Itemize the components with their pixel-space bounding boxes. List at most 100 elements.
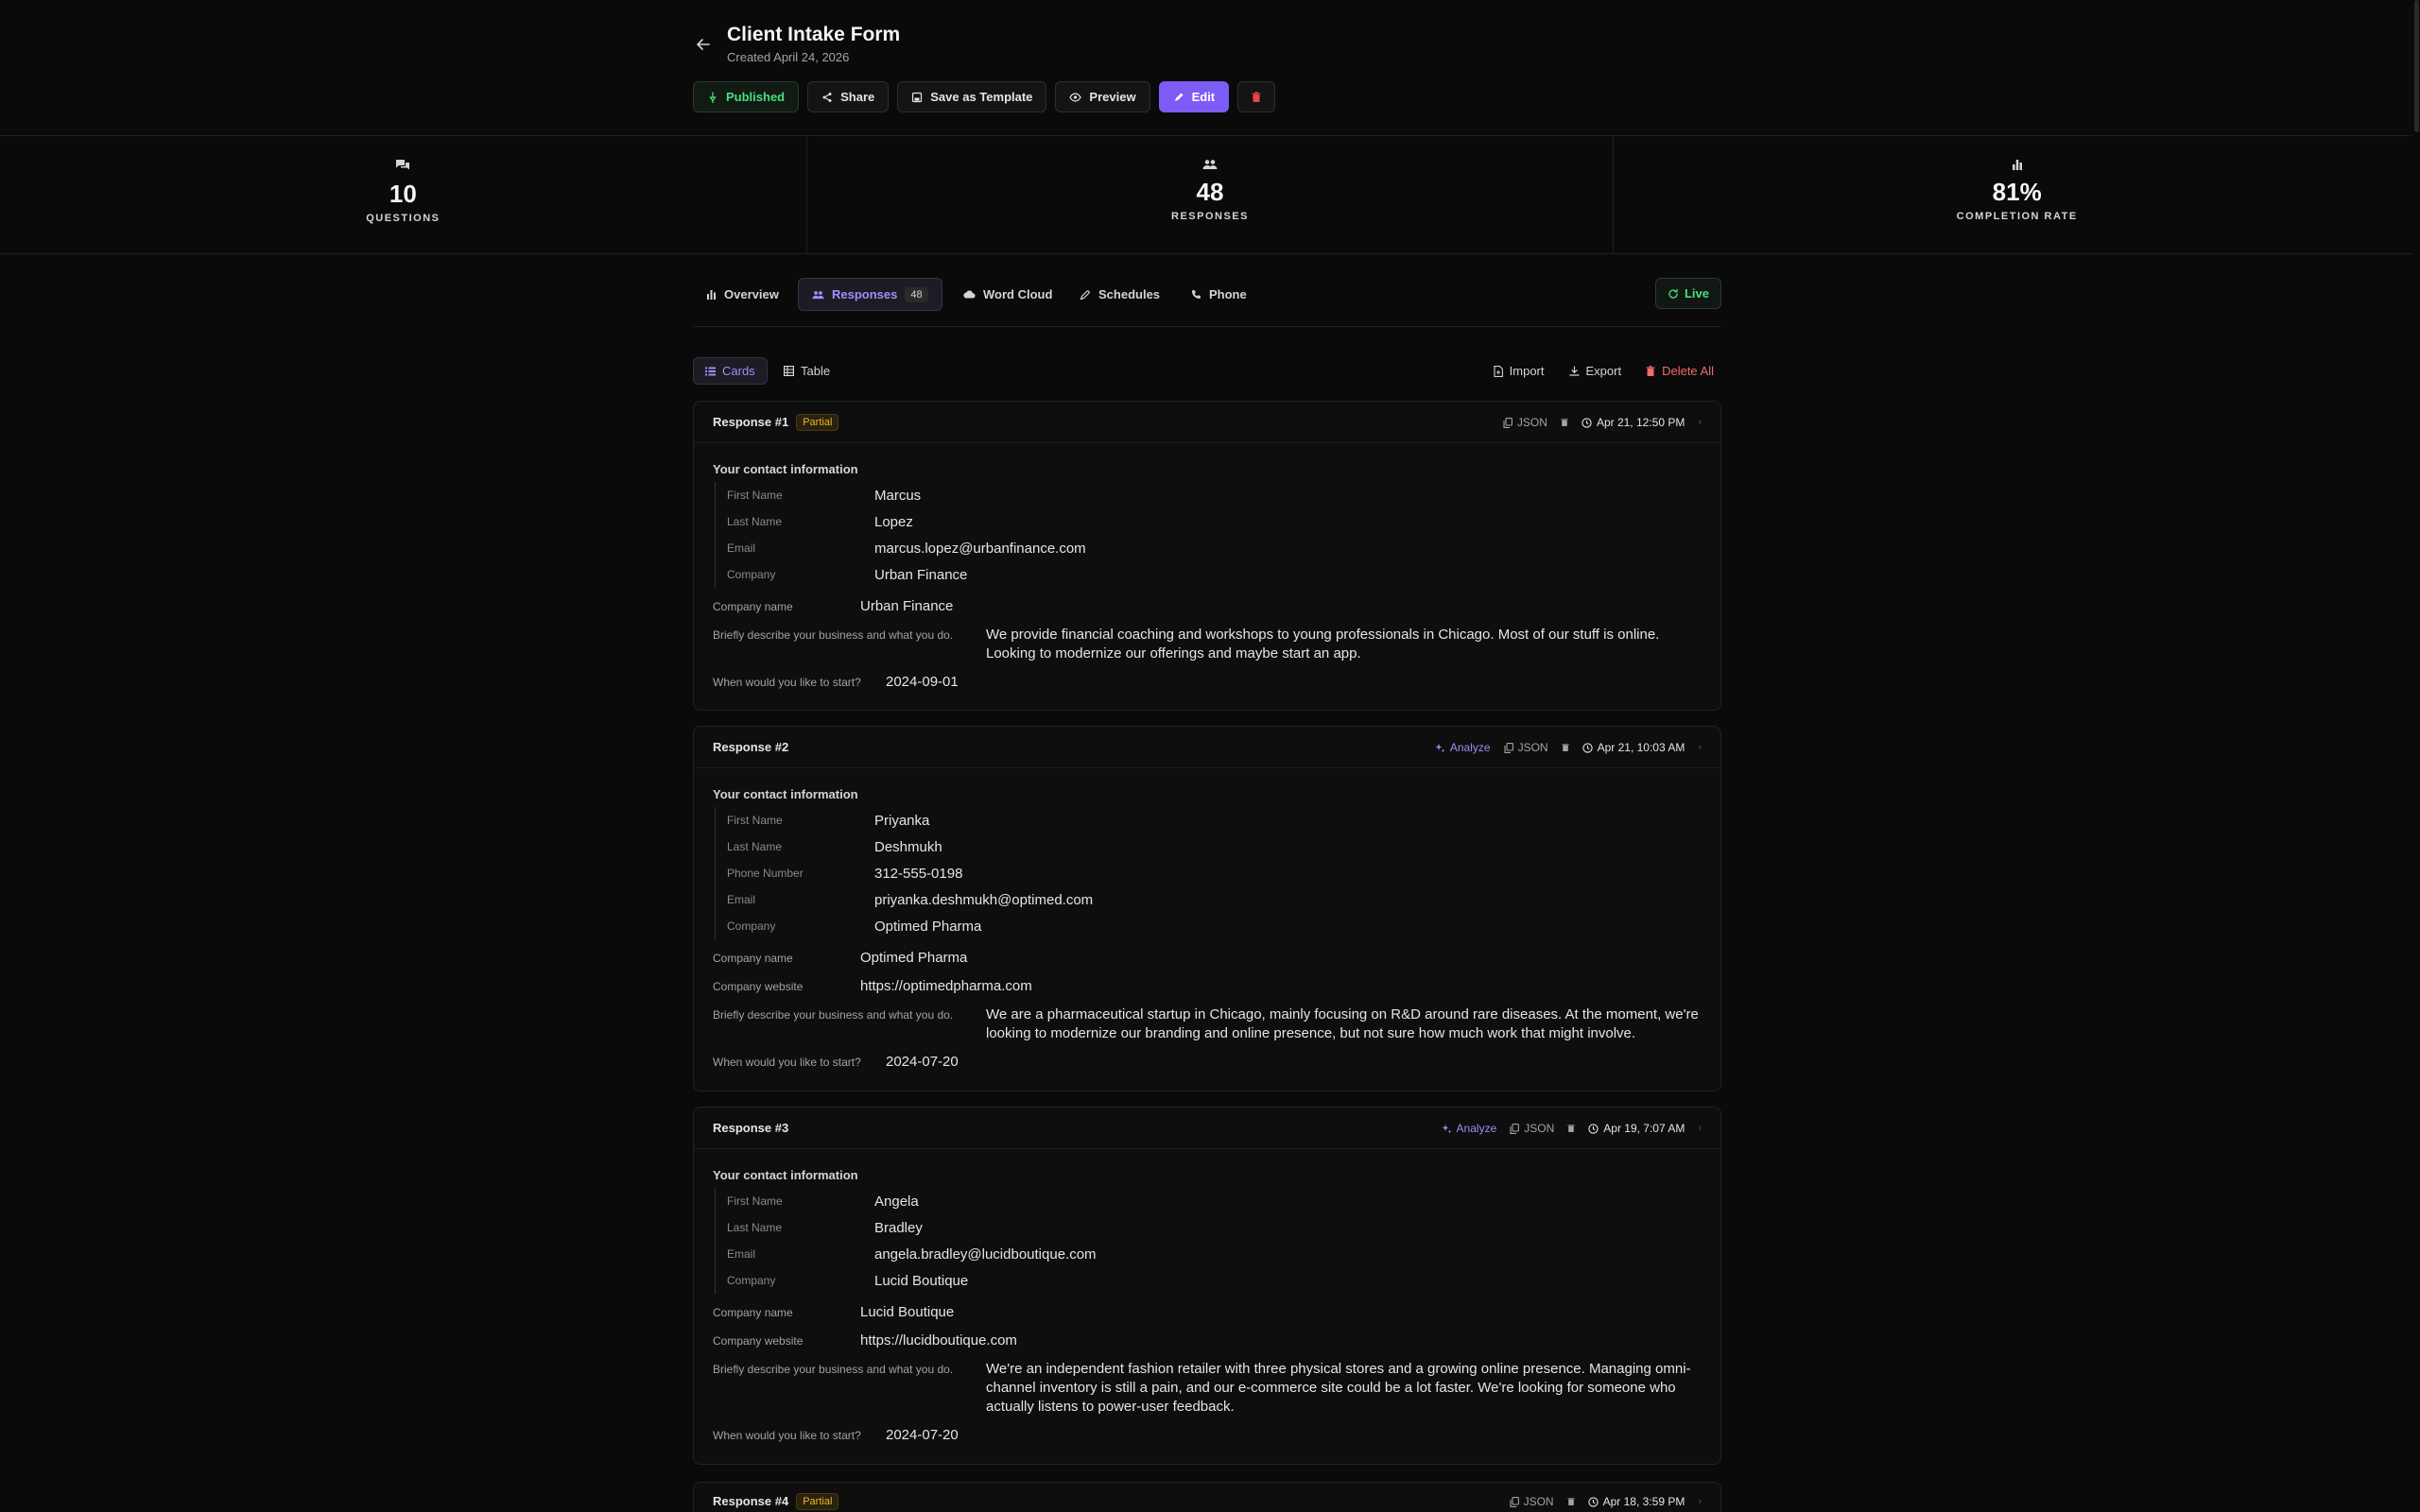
export-button[interactable]: Export <box>1562 357 1630 385</box>
page-header: Client Intake Form Created April 24, 202… <box>0 0 2420 136</box>
json-button[interactable]: JSON <box>1504 741 1548 754</box>
edit-label: Edit <box>1191 90 1216 104</box>
share-button[interactable]: Share <box>807 81 890 112</box>
contact-row: Last Name Deshmukh <box>727 833 1702 860</box>
field-label: Email <box>727 541 756 555</box>
trash-icon <box>1561 744 1569 751</box>
cards-view-button[interactable]: Cards <box>693 357 768 385</box>
share-label: Share <box>840 90 875 104</box>
field-value: Lucid Boutique <box>874 1272 969 1289</box>
import-button[interactable]: Import <box>1486 357 1552 385</box>
timestamp-text: Apr 18, 3:59 PM <box>1602 1495 1685 1508</box>
stat-responses: 48 RESPONSES <box>807 136 1615 253</box>
scrollbar-track[interactable] <box>2412 0 2420 1512</box>
live-button[interactable]: Live <box>1654 278 1721 309</box>
answer-row: Briefly describe your business and what … <box>713 1005 1702 1043</box>
preview-button[interactable]: Preview <box>1055 81 1150 112</box>
tab-phone[interactable]: Phone <box>1178 278 1260 311</box>
stat-value: 10 <box>389 180 417 208</box>
preview-label: Preview <box>1089 90 1136 104</box>
response-timestamp: Apr 18, 3:59 PM <box>1587 1495 1685 1508</box>
field-label: Email <box>727 1247 756 1261</box>
stats-bar: 10 QUESTIONS 48 RESPONSES 81% COMPLETION… <box>0 136 2420 254</box>
json-button[interactable]: JSON <box>1510 1495 1554 1508</box>
contact-row: Company Urban Finance <box>727 561 1702 588</box>
delete-response-button[interactable] <box>1567 1124 1575 1133</box>
timestamp-text: Apr 21, 10:03 AM <box>1597 741 1685 754</box>
contact-row: Last Name Bradley <box>727 1214 1702 1241</box>
cloud-icon <box>963 290 976 299</box>
answer-row: Company website https://lucidboutique.com <box>713 1332 1702 1350</box>
cards-label: Cards <box>722 364 755 378</box>
field-label: Company <box>727 568 776 581</box>
chevron-icon[interactable]: › <box>1698 1496 1702 1507</box>
response-header[interactable]: Response #3 Analyze JSON Apr 19, 7:07 AM… <box>694 1108 1720 1149</box>
bar-chart-icon <box>707 290 716 300</box>
stat-label: COMPLETION RATE <box>1956 211 2078 222</box>
stat-questions: 10 QUESTIONS <box>0 136 807 253</box>
contact-row: Email priyanka.deshmukh@optimed.com <box>727 886 1702 913</box>
clock-icon <box>1582 742 1593 753</box>
scrollbar-thumb[interactable] <box>2414 0 2419 132</box>
table-icon <box>784 366 794 376</box>
trash-icon <box>1567 1498 1575 1505</box>
answer-value: 2024-07-20 <box>886 1427 959 1443</box>
stat-label: QUESTIONS <box>366 213 441 224</box>
analyze-button[interactable]: Analyze <box>1435 741 1491 754</box>
answer-value: https://optimedpharma.com <box>860 978 1032 994</box>
json-button[interactable]: JSON <box>1503 416 1547 429</box>
response-header[interactable]: Response #2 Analyze JSON Apr 21, 10:03 A… <box>694 727 1720 768</box>
answer-row: Briefly describe your business and what … <box>713 626 1702 663</box>
answer-value: 2024-09-01 <box>886 674 959 690</box>
answer-row: When would you like to start? 2024-09-01 <box>713 673 1702 692</box>
delete-response-button[interactable] <box>1561 743 1569 752</box>
table-label: Table <box>801 364 831 378</box>
field-value: Marcus <box>874 487 922 504</box>
tab-schedules[interactable]: Schedules <box>1066 278 1173 311</box>
table-view-button[interactable]: Table <box>772 357 841 385</box>
delete-response-button[interactable] <box>1567 1497 1575 1506</box>
response-header[interactable]: Response #1 Partial JSON Apr 21, 12:50 P… <box>694 402 1720 443</box>
contact-row: First Name Marcus <box>727 482 1702 508</box>
copy-icon <box>1504 742 1513 753</box>
response-title: Response #4 <box>713 1494 789 1508</box>
contact-block: First Name Marcus Last Name Lopez Email mar… <box>715 482 1702 588</box>
delete-all-label: Delete All <box>1662 364 1714 378</box>
eye-icon <box>1069 92 1082 102</box>
delete-response-button[interactable] <box>1561 418 1568 427</box>
question-icon <box>396 160 410 170</box>
clock-icon <box>1587 1496 1599 1507</box>
answer-row: Briefly describe your business and what … <box>713 1360 1702 1417</box>
save-template-button[interactable]: Save as Template <box>897 81 1047 112</box>
field-value: Deshmukh <box>874 838 942 855</box>
json-label: JSON <box>1516 416 1547 429</box>
import-label: Import <box>1509 364 1545 378</box>
response-title: Response #3 <box>713 1121 789 1135</box>
json-label: JSON <box>1524 1122 1555 1135</box>
chevron-icon[interactable]: › <box>1698 1123 1702 1134</box>
published-button[interactable]: Published <box>693 81 800 112</box>
question-label: Company name <box>713 600 793 613</box>
delete-all-button[interactable]: Delete All <box>1638 357 1721 385</box>
contact-block: First Name Angela Last Name Bradley Email a… <box>715 1188 1702 1294</box>
edit-button[interactable]: Edit <box>1158 81 1230 112</box>
tab-responses[interactable]: Responses 48 <box>798 278 942 311</box>
tab-overview[interactable]: Overview <box>693 278 792 311</box>
back-button[interactable] <box>693 34 714 55</box>
users-icon <box>1202 160 1218 169</box>
response-actions: JSON Apr 18, 3:59 PM › <box>1510 1483 1702 1512</box>
response-header[interactable]: Response #4 Partial JSON Apr 18, 3:59 PM… <box>694 1483 1720 1512</box>
answer-value: We are a pharmaceutical startup in Chica… <box>986 1006 1699 1041</box>
analyze-button[interactable]: Analyze <box>1442 1122 1496 1135</box>
sparkle-icon <box>1442 1124 1451 1133</box>
toolbar: Published Share Save as Template Preview… <box>693 81 1276 112</box>
delete-form-button[interactable] <box>1237 81 1276 112</box>
chevron-icon[interactable]: › <box>1698 417 1702 428</box>
field-value: Angela <box>874 1193 919 1210</box>
file-import-icon <box>1494 365 1503 377</box>
tab-word-cloud[interactable]: Word Cloud <box>950 278 1065 311</box>
response-card: Response #3 Analyze JSON Apr 19, 7:07 AM… <box>693 1107 1721 1465</box>
view-toolbar: Cards Table Import Export Delete All <box>693 357 1721 385</box>
json-button[interactable]: JSON <box>1510 1122 1554 1135</box>
chevron-icon[interactable]: › <box>1698 742 1702 753</box>
